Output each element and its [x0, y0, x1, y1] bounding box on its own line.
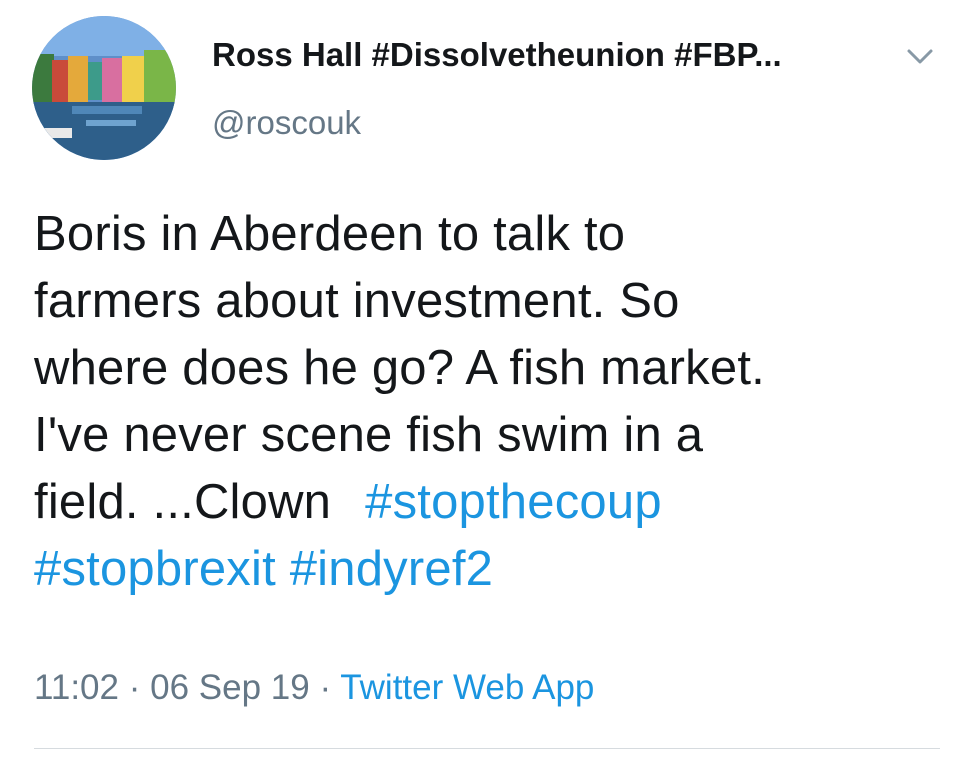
meta-separator: ·	[319, 668, 332, 707]
tweet-meta: 11:02 · 06 Sep 19 · Twitter Web App	[34, 668, 594, 708]
meta-separator: ·	[128, 668, 141, 707]
tweet-text-line: I've never scene fish swim in a	[34, 408, 704, 462]
tweet-text-segment: field. ...Clown	[34, 475, 332, 529]
tweet-hashtag-line: #stopbrexit #indyref2	[34, 536, 934, 603]
avatar[interactable]	[32, 16, 176, 160]
chevron-down-icon[interactable]	[902, 42, 938, 70]
tweet-text-line-with-hashtag: field. ...Clown #stopthecoup	[34, 469, 934, 536]
hashtag-link[interactable]: #stopthecoup	[365, 475, 662, 529]
hashtag-link[interactable]: #stopbrexit	[34, 542, 276, 596]
avatar-image	[32, 16, 176, 160]
tweet-text-line: where does he go? A fish market.	[34, 341, 765, 395]
author-name[interactable]: Ross Hall #Dissolvetheunion #FBP...	[212, 36, 782, 74]
tweet-date[interactable]: 06 Sep 19	[150, 668, 310, 707]
tweet-source-link[interactable]: Twitter Web App	[340, 668, 594, 707]
hashtag-link[interactable]: #indyref2	[290, 542, 493, 596]
divider	[34, 748, 940, 749]
tweet-text-line: farmers about investment. So	[34, 274, 680, 328]
tweet-time[interactable]: 11:02	[34, 668, 119, 707]
tweet-text: Boris in Aberdeen to talk to farmers abo…	[34, 201, 934, 603]
tweet-text-line: Boris in Aberdeen to talk to	[34, 207, 626, 261]
author-handle[interactable]: @roscouk	[212, 104, 361, 142]
